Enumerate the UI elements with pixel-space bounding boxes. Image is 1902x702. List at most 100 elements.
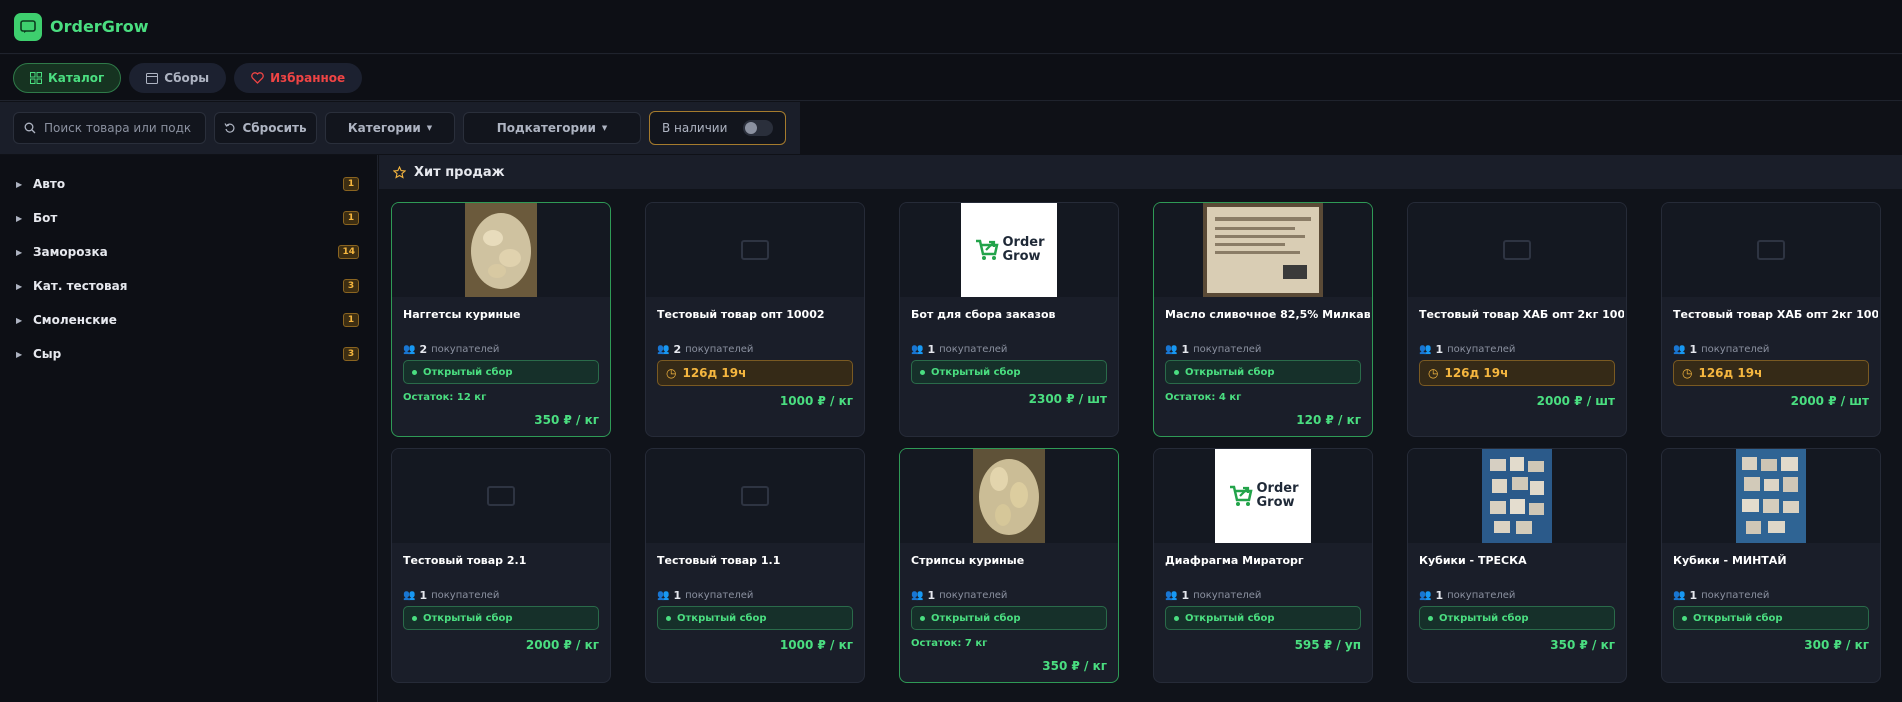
buyers-number: 1 xyxy=(1435,589,1444,602)
buyers-number: 1 xyxy=(927,343,936,356)
product-card[interactable]: Стрипсы куриные 👥 1 покупателей Открытый с… xyxy=(899,448,1119,683)
section-header: Хит продаж xyxy=(379,155,1902,189)
product-card[interactable]: Наггетсы куриные 👥 2 покупателей Открытый … xyxy=(391,202,611,437)
sidebar-item-syr[interactable]: ▶ Сыр 3 xyxy=(0,337,377,371)
users-icon: 👥 xyxy=(657,344,670,355)
users-icon: 👥 xyxy=(911,590,924,601)
product-card[interactable]: Тестовый товар ХАБ опт 2кг 10001 👥 1 покуп… xyxy=(1407,202,1627,437)
buyers-number: 1 xyxy=(1181,589,1190,602)
buyers-number: 1 xyxy=(673,589,682,602)
stock-remaining: Остаток: 4 кг xyxy=(1165,392,1242,403)
product-card[interactable]: Тестовый товар 2.1 👥 1 покупателей Открыты… xyxy=(391,448,611,683)
search-input[interactable]: Поиск товара или подк xyxy=(13,112,206,144)
tab-catalog[interactable]: Каталог xyxy=(13,62,122,93)
sidebar-item-avto[interactable]: ▶ Авто 1 xyxy=(0,167,377,201)
timer-text: 126д 19ч xyxy=(1444,366,1509,380)
product-photo xyxy=(1482,449,1552,543)
buyers-label: покупателей xyxy=(431,590,500,601)
cart-icon xyxy=(975,239,999,260)
categories-dropdown[interactable]: Категории ▼ xyxy=(325,112,455,144)
reset-label: Сбросить xyxy=(242,121,307,135)
buyers-count: 👥 1 покупателей xyxy=(1419,589,1515,602)
timer-badge: ◷ 126д 19ч xyxy=(1419,360,1615,386)
reset-button[interactable]: Сбросить xyxy=(214,112,317,144)
subcategories-dropdown[interactable]: Подкатегории ▼ xyxy=(463,112,641,144)
category-sidebar: ▶ Авто 1 ▶ Бот 1 ▶ Заморозка 14 ▶ Кат. тестовая… xyxy=(0,155,378,702)
product-card[interactable]: Order Grow Бот для сбора заказов 👥 1 покупа… xyxy=(899,202,1119,437)
product-card[interactable]: Масло сливочное 82,5% Милкавита 👥 1 покупа… xyxy=(1153,202,1373,437)
product-price: 2000 ₽ / кг xyxy=(525,638,599,652)
timer-text: 126д 19ч xyxy=(682,366,747,380)
app-title: OrderGrow xyxy=(50,17,149,36)
buyers-number: 1 xyxy=(1689,343,1698,356)
product-card[interactable]: Order Grow Диафрагма Мираторг 👥 1 покупател… xyxy=(1153,448,1373,683)
product-image xyxy=(1662,449,1880,543)
image-placeholder-icon xyxy=(741,486,769,506)
category-name: Заморозка xyxy=(33,245,108,259)
product-title: Тестовый товар 2.1 xyxy=(403,554,527,567)
product-grid: Наггетсы куриные 👥 2 покупателей Открытый … xyxy=(391,202,1881,683)
buyers-label: покупателей xyxy=(1701,590,1770,601)
toggle-switch[interactable] xyxy=(743,120,773,136)
product-image xyxy=(1408,203,1626,297)
users-icon: 👥 xyxy=(911,344,924,355)
section-title: Хит продаж xyxy=(414,164,505,180)
category-name: Сыр xyxy=(33,347,62,361)
status-badge: Открытый сбор xyxy=(1165,360,1361,384)
sidebar-item-zamorozka[interactable]: ▶ Заморозка 14 xyxy=(0,235,377,269)
top-bar: OrderGrow xyxy=(0,0,1902,54)
product-title: Бот для сбора заказов xyxy=(911,308,1056,321)
app-logo-icon[interactable] xyxy=(14,12,42,41)
buyers-number: 1 xyxy=(1689,589,1698,602)
clock-icon: ◷ xyxy=(1428,366,1439,380)
buyers-number: 2 xyxy=(673,343,682,356)
users-icon: 👥 xyxy=(403,590,416,601)
product-title: Тестовый товар ХАБ опт 2кг 10001 xyxy=(1419,308,1624,321)
status-dot xyxy=(920,615,925,621)
search-icon xyxy=(24,122,36,134)
filter-bar: Поиск товара или подк Сбросить Категории… xyxy=(0,102,800,154)
logo-text: Order Grow xyxy=(1002,235,1045,264)
status-dot xyxy=(920,369,925,375)
product-title: Кубики - МИНТАЙ xyxy=(1673,554,1787,567)
product-title: Тестовый товар 1.1 xyxy=(657,554,781,567)
product-photo xyxy=(465,203,537,297)
caret-right-icon: ▶ xyxy=(16,349,23,359)
status-badge: Открытый сбор xyxy=(1419,606,1615,630)
product-image xyxy=(1408,449,1626,543)
sidebar-item-bot[interactable]: ▶ Бот 1 xyxy=(0,201,377,235)
tab-favorites[interactable]: Избранное xyxy=(234,62,363,93)
status-text: Открытый сбор xyxy=(1439,612,1529,624)
categories-label: Категории xyxy=(347,121,421,135)
sidebar-item-test[interactable]: ▶ Кат. тестовая 3 xyxy=(0,269,377,303)
product-photo xyxy=(1736,449,1806,543)
product-card[interactable]: Тестовый товар опт 10002 👥 2 покупателей ◷… xyxy=(645,202,865,437)
search-placeholder: Поиск товара или подк xyxy=(44,121,192,135)
grid-icon xyxy=(30,71,42,84)
product-card[interactable]: Тестовый товар 1.1 👥 1 покупателей Открыты… xyxy=(645,448,865,683)
product-card[interactable]: Кубики - МИНТАЙ 👥 1 покупателей Открытый с… xyxy=(1661,448,1881,683)
count-badge: 1 xyxy=(343,177,359,191)
instock-toggle[interactable]: В наличии xyxy=(649,111,786,145)
product-card[interactable]: Кубики - ТРЕСКА 👥 1 покупателей Открытый с… xyxy=(1407,448,1627,683)
product-image xyxy=(646,449,864,543)
ordergrow-logo: Order Grow xyxy=(961,203,1057,297)
product-title: Тестовый товар опт 10002 xyxy=(657,308,825,321)
status-dot xyxy=(412,615,417,621)
product-card[interactable]: Тестовый товар ХАБ опт 2кг 10000 👥 1 покуп… xyxy=(1661,202,1881,437)
caret-right-icon: ▶ xyxy=(16,247,23,257)
users-icon: 👥 xyxy=(403,344,416,355)
instock-label: В наличии xyxy=(662,121,728,135)
product-image xyxy=(392,449,610,543)
clock-icon: ◷ xyxy=(666,366,677,380)
status-dot xyxy=(666,615,671,621)
tab-sbory[interactable]: Сборы xyxy=(129,62,227,93)
category-name: Кат. тестовая xyxy=(33,279,128,293)
buyers-count: 👥 2 покупателей xyxy=(403,343,499,356)
product-image: Order Grow xyxy=(1154,449,1372,543)
sidebar-item-smolenskie[interactable]: ▶ Смоленские 1 xyxy=(0,303,377,337)
buyers-number: 2 xyxy=(419,343,428,356)
status-badge: Открытый сбор xyxy=(911,606,1107,630)
status-badge: Открытый сбор xyxy=(403,606,599,630)
buyers-count: 👥 1 покупателей xyxy=(1419,343,1515,356)
